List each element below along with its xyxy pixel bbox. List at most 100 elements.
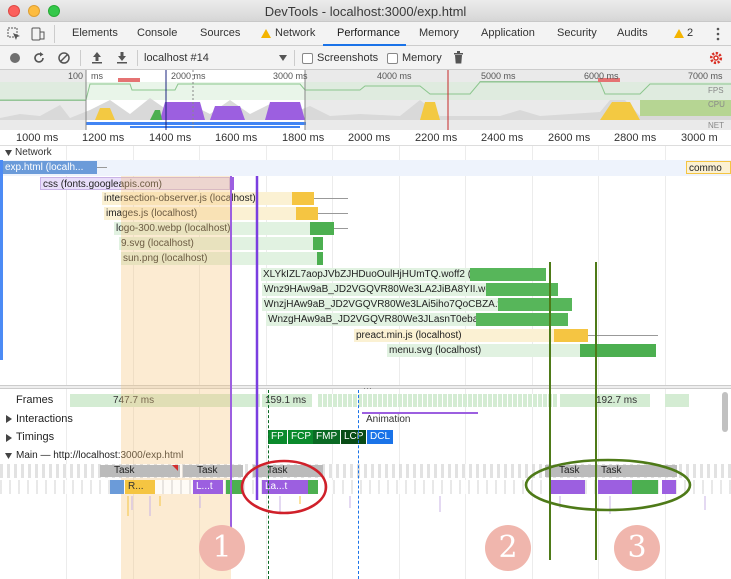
inspect-element-icon[interactable] bbox=[7, 27, 21, 41]
request-bar[interactable]: XLYkIZL7aopJVbZJHDuoOulHjHUmTQ.woff2 (fo… bbox=[261, 268, 523, 281]
overview-graph bbox=[0, 70, 731, 130]
overview-tick: 2000 ms bbox=[171, 71, 206, 81]
request-bar[interactable]: exp.html (localh... bbox=[3, 161, 97, 174]
interactions-track[interactable]: Interactions Animation bbox=[0, 412, 731, 428]
frame-strip[interactable] bbox=[318, 394, 558, 407]
memory-label: Memory bbox=[402, 52, 442, 64]
tab-memory[interactable]: Memory bbox=[419, 27, 459, 39]
tab-audits[interactable]: Audits bbox=[617, 27, 648, 39]
request-bar[interactable]: menu.svg (localhost) bbox=[387, 344, 580, 357]
reload-icon[interactable] bbox=[33, 52, 45, 64]
more-options-icon[interactable] bbox=[715, 27, 721, 41]
screenshots-checkbox[interactable] bbox=[302, 53, 313, 64]
request-bar-download bbox=[470, 268, 546, 281]
subtask-block[interactable]: L...t bbox=[193, 480, 223, 494]
fp-marker[interactable]: FP bbox=[268, 430, 287, 444]
request-bar[interactable]: preact.min.js (localhost) bbox=[354, 329, 554, 342]
collapse-triangle-icon[interactable] bbox=[5, 453, 12, 459]
warning-badge-icon[interactable] bbox=[674, 29, 684, 38]
expand-triangle-icon[interactable] bbox=[6, 415, 12, 423]
frames-track[interactable]: Frames 747.7 ms 159.1 ms 192.7 ms bbox=[0, 393, 731, 409]
request-bar-download bbox=[580, 344, 656, 357]
cpu-label: CPU bbox=[708, 100, 725, 109]
task-bar[interactable]: Task bbox=[183, 465, 243, 477]
timeline-overview[interactable]: 100 ms 2000 ms 3000 ms 4000 ms 5000 ms 6… bbox=[0, 70, 731, 130]
task-bar[interactable]: Task bbox=[587, 465, 677, 477]
lcp-marker[interactable]: LCP bbox=[341, 430, 367, 444]
request-bar-download bbox=[296, 207, 318, 220]
subtask-block[interactable]: R... bbox=[125, 480, 155, 494]
vertical-scrollbar-thumb[interactable] bbox=[722, 392, 728, 432]
divider bbox=[54, 25, 55, 43]
divider bbox=[294, 50, 295, 66]
memory-checkbox[interactable] bbox=[387, 53, 398, 64]
fps-label: FPS bbox=[708, 86, 724, 95]
profile-select[interactable]: localhost #14 bbox=[144, 52, 209, 64]
devtools-tabbar: Elements Console Sources Network Perform… bbox=[0, 22, 731, 46]
request-whisker bbox=[314, 198, 348, 199]
trash-icon[interactable] bbox=[453, 51, 464, 64]
request-bar[interactable]: WnzjHAw9aB_JD2VGQVR80We3LAi5iho7QoCBZA.w… bbox=[262, 298, 552, 311]
network-section-header[interactable]: Network bbox=[0, 146, 731, 160]
clear-icon[interactable] bbox=[58, 52, 70, 64]
main-thread-header[interactable]: Main — http://localhost:3000/exp.html bbox=[0, 448, 731, 464]
style-recalc-block[interactable] bbox=[662, 480, 676, 494]
overview-tick: 100 bbox=[68, 71, 84, 81]
splitter-grip-icon[interactable]: ··· bbox=[363, 383, 372, 393]
task-bar[interactable]: Task bbox=[253, 465, 323, 477]
parse-html-block[interactable] bbox=[110, 480, 124, 494]
download-profile-icon[interactable] bbox=[116, 51, 128, 64]
style-recalc-block[interactable] bbox=[551, 480, 585, 494]
dcl-vertical-line bbox=[358, 390, 359, 579]
request-whisker bbox=[318, 213, 348, 214]
ruler-tick: 1400 ms bbox=[149, 132, 192, 144]
fmp-marker[interactable]: FMP bbox=[313, 430, 341, 444]
settings-gear-icon[interactable] bbox=[709, 51, 723, 65]
request-bar[interactable]: WnzgHAw9aB_JD2VGQVR80We3JLasnT0ebaiLbBQ.… bbox=[266, 313, 555, 326]
warning-count[interactable]: 2 bbox=[687, 27, 693, 39]
task-bar[interactable]: Task bbox=[545, 465, 591, 477]
performance-toolbar: localhost #14 Screenshots Memory bbox=[0, 46, 731, 70]
warning-icon bbox=[261, 29, 271, 38]
tab-security[interactable]: Security bbox=[557, 27, 597, 39]
style-recalc-block[interactable] bbox=[598, 480, 632, 494]
request-bar-download bbox=[476, 313, 568, 326]
record-icon[interactable] bbox=[9, 52, 21, 64]
fcp-marker[interactable]: FCP bbox=[288, 430, 314, 444]
request-bar-download bbox=[554, 329, 588, 342]
paint-block[interactable] bbox=[632, 480, 658, 494]
ruler-tick: 1600 ms bbox=[215, 132, 258, 144]
frames-label: Frames bbox=[16, 394, 54, 406]
tab-application[interactable]: Application bbox=[481, 27, 535, 39]
frame-duration: 192.7 ms bbox=[596, 395, 638, 406]
ruler-tick: 2800 ms bbox=[614, 132, 657, 144]
ruler-tick: 2600 ms bbox=[548, 132, 591, 144]
tab-console[interactable]: Console bbox=[137, 27, 177, 39]
network-label: Network bbox=[15, 147, 52, 158]
frame-block[interactable] bbox=[665, 394, 689, 407]
upload-profile-icon[interactable] bbox=[91, 51, 103, 64]
window-title: DevTools - localhost:3000/exp.html bbox=[264, 4, 467, 19]
expand-triangle-icon[interactable] bbox=[6, 434, 12, 442]
time-ruler: 1000 ms 1200 ms 1400 ms 1600 ms 1800 ms … bbox=[0, 130, 731, 146]
collapse-triangle-icon[interactable] bbox=[5, 150, 12, 156]
request-bar[interactable]: Wnz9HAw9aB_JD2VGQVR80We3LA2JiBA8YII.woff… bbox=[262, 283, 546, 296]
divider bbox=[137, 50, 138, 66]
tab-network[interactable]: Network bbox=[275, 27, 315, 39]
collapsed-triangle-icon[interactable] bbox=[6, 398, 12, 405]
chevron-down-icon[interactable] bbox=[279, 55, 287, 61]
tab-performance[interactable]: Performance bbox=[337, 27, 400, 39]
task-bar[interactable]: Task bbox=[100, 465, 180, 477]
dcl-marker[interactable]: DCL bbox=[367, 430, 394, 444]
paint-block[interactable] bbox=[226, 480, 242, 494]
tab-elements[interactable]: Elements bbox=[72, 27, 118, 39]
annotation-number: 3 bbox=[614, 525, 660, 571]
network-selection-bar bbox=[0, 160, 3, 360]
request-bar[interactable]: commo bbox=[686, 161, 731, 174]
overview-tick: 7000 ms bbox=[688, 71, 723, 81]
frame-duration: 159.1 ms bbox=[265, 395, 307, 406]
tab-sources[interactable]: Sources bbox=[200, 27, 240, 39]
device-toolbar-icon[interactable] bbox=[31, 27, 45, 41]
paint-block[interactable] bbox=[308, 480, 318, 494]
ruler-tick: 3000 m bbox=[681, 132, 718, 144]
